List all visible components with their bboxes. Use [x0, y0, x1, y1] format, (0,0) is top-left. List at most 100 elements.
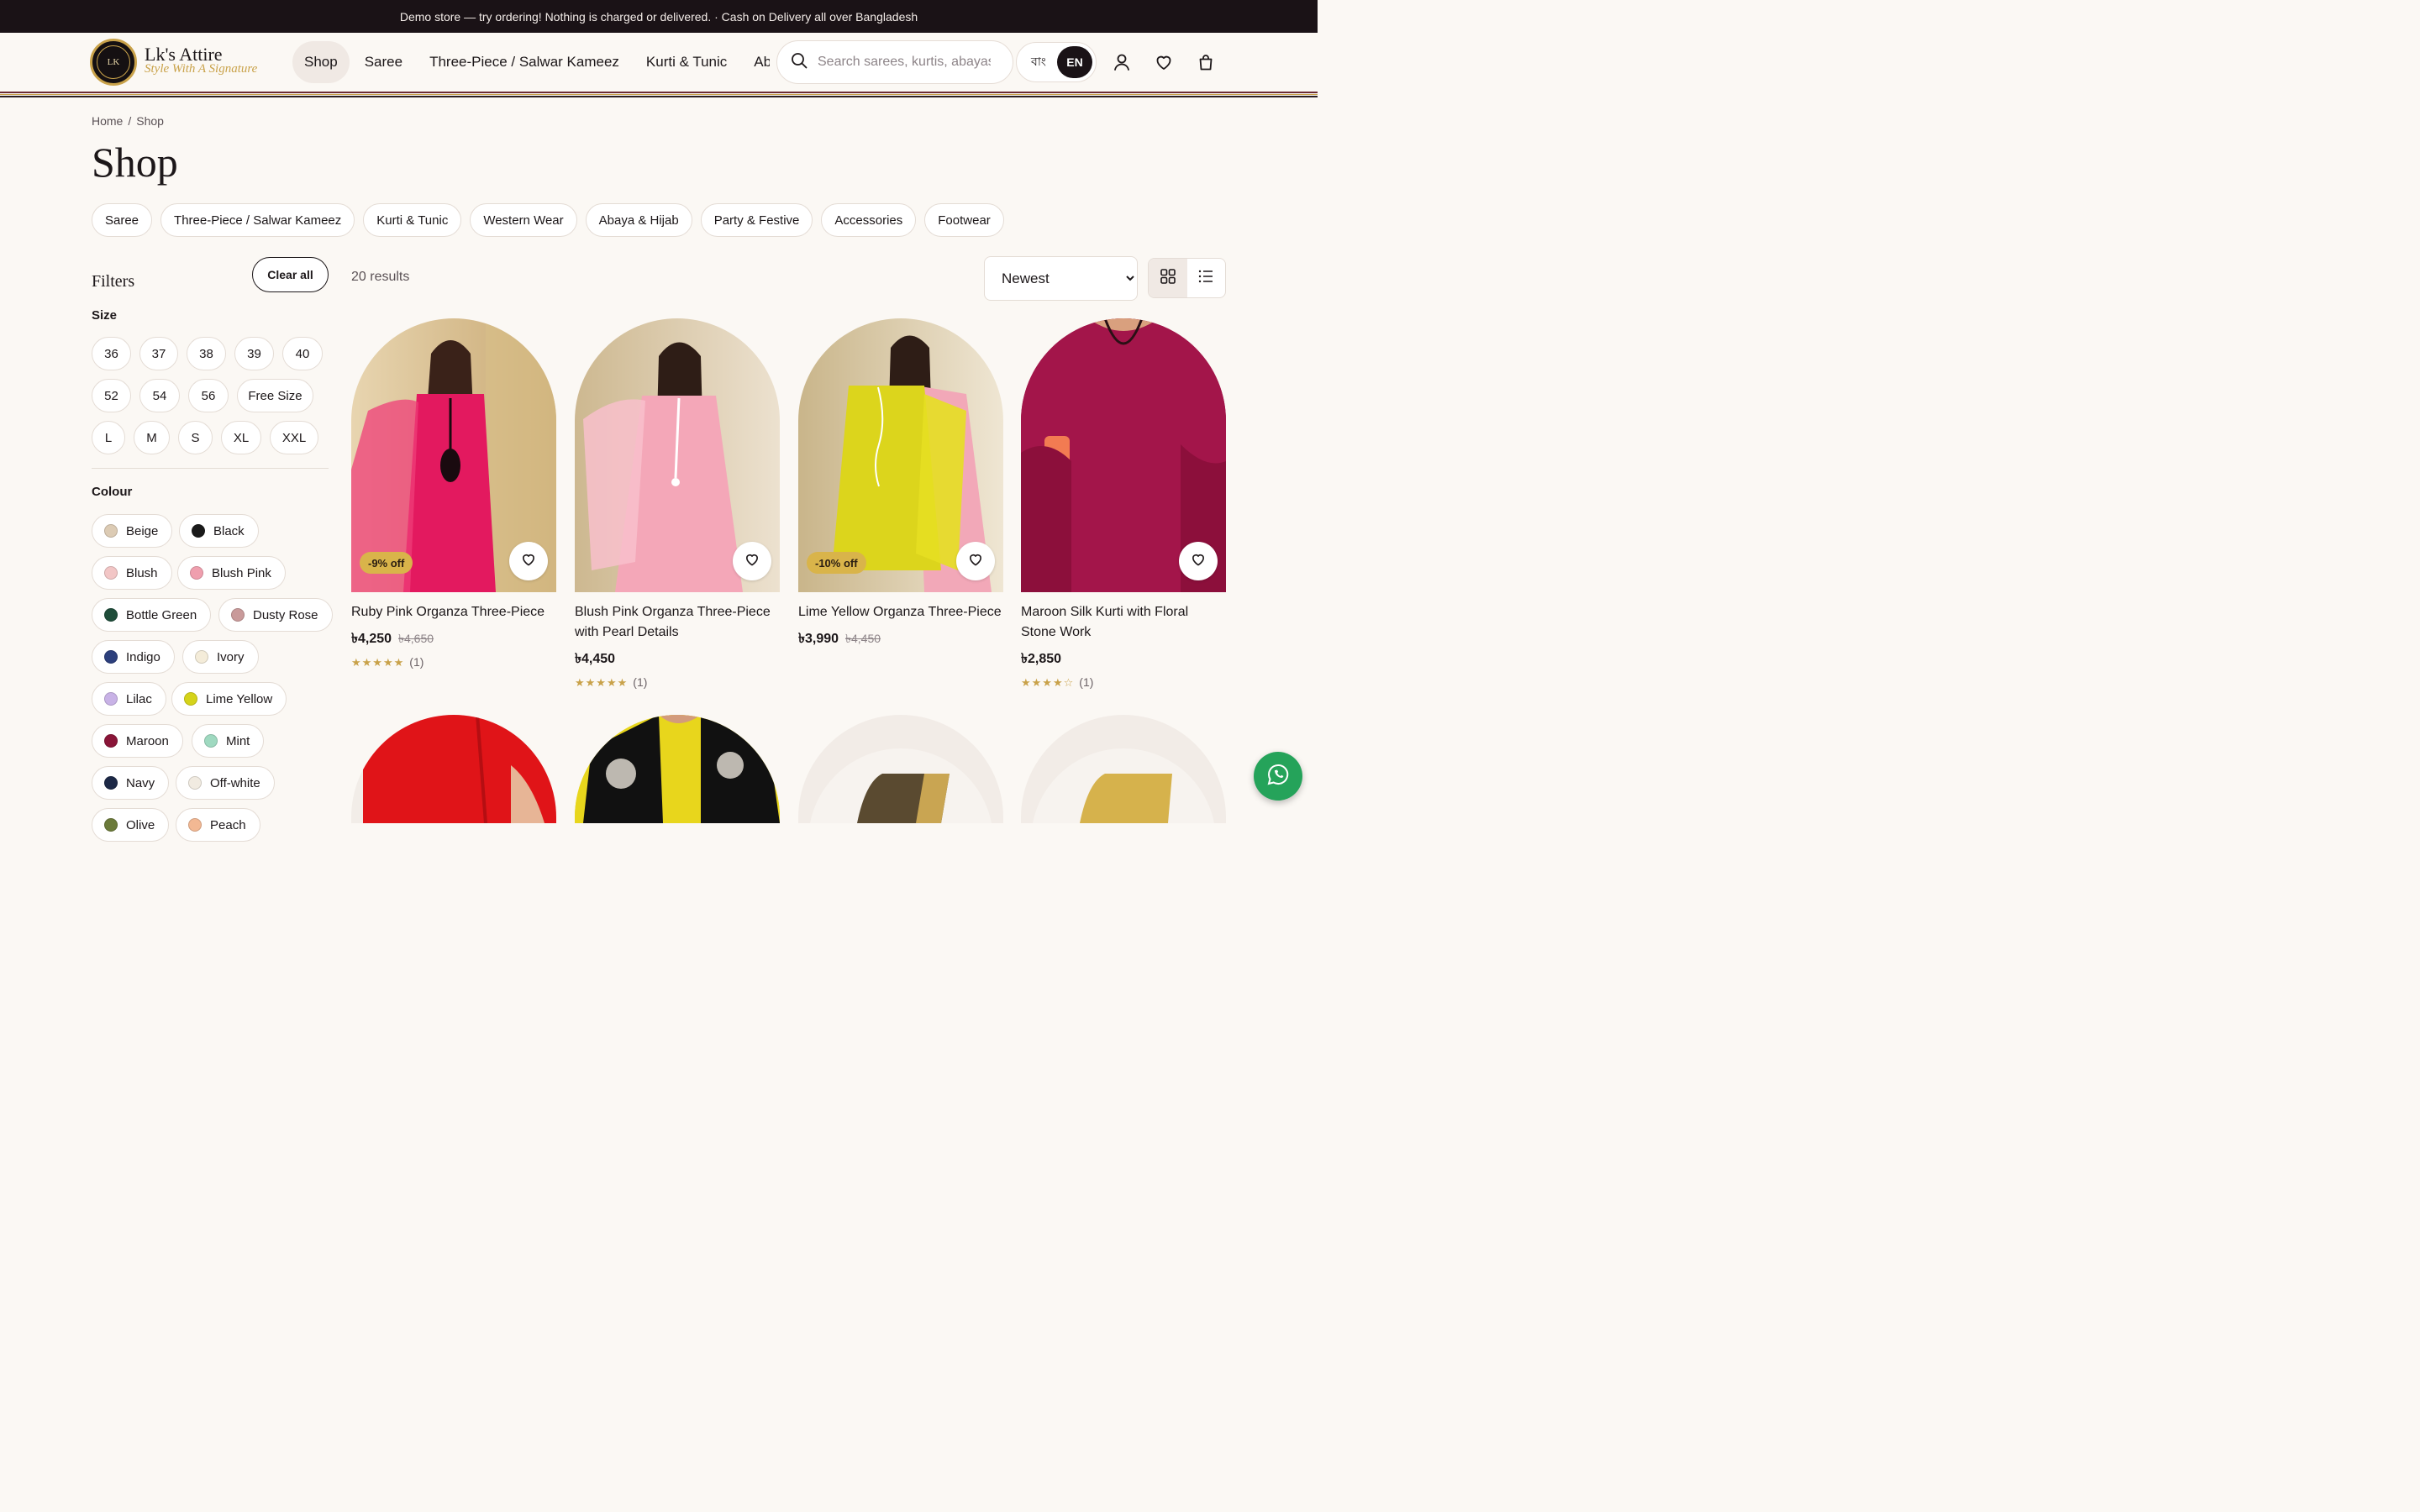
size-chip[interactable]: 37 — [139, 337, 178, 370]
search-input[interactable] — [816, 54, 992, 71]
category-pill[interactable]: Three-Piece / Salwar Kameez — [160, 203, 355, 237]
whatsapp-chat-button[interactable] — [1254, 752, 1302, 801]
nav-item-about[interactable]: Abou — [742, 41, 770, 83]
product-rating: ★★★★★ (1) — [575, 675, 780, 690]
review-count: (1) — [409, 655, 424, 669]
product-image[interactable] — [1021, 715, 1226, 823]
lang-english-button[interactable]: EN — [1057, 46, 1092, 78]
search-icon — [791, 52, 808, 73]
colour-chip[interactable]: Blush Pink — [177, 556, 286, 590]
product-image[interactable] — [798, 715, 1003, 823]
category-pill[interactable]: Kurti & Tunic — [363, 203, 462, 237]
colour-chip[interactable]: Beige — [92, 514, 173, 548]
search-box[interactable] — [776, 40, 1013, 84]
nav-item-three-piece[interactable]: Three-Piece / Salwar Kameez — [418, 41, 631, 83]
product-name[interactable]: Maroon Silk Kurti with Floral Stone Work — [1021, 602, 1226, 643]
product-card[interactable]: Maroon Silk Kurti with Floral Stone Work… — [1021, 318, 1226, 690]
size-chip[interactable]: S — [178, 421, 213, 454]
grid-view-button[interactable] — [1149, 259, 1187, 297]
size-chip[interactable]: 54 — [139, 379, 180, 412]
product-name[interactable]: Blush Pink Organza Three-Piece with Pear… — [575, 602, 780, 643]
colour-chip[interactable]: Olive — [92, 808, 170, 842]
wishlist-button[interactable] — [733, 542, 771, 580]
size-chip[interactable]: L — [92, 421, 125, 454]
product-image[interactable] — [575, 318, 780, 592]
size-chip[interactable]: 40 — [282, 337, 323, 370]
clear-all-button[interactable]: Clear all — [252, 257, 329, 292]
product-name[interactable]: Ruby Pink Organza Three-Piece — [351, 602, 556, 622]
nav-item-saree[interactable]: Saree — [353, 41, 414, 83]
announcement-text: Demo store — try ordering! Nothing is ch… — [399, 9, 918, 24]
breadcrumb-home[interactable]: Home — [92, 114, 123, 128]
colour-label: Blush — [126, 565, 158, 580]
colour-filter-title: Colour — [92, 485, 133, 499]
category-pill[interactable]: Footwear — [924, 203, 1004, 237]
product-rating: ★★★★☆ (1) — [1021, 675, 1226, 690]
colour-label: Ivory — [217, 649, 245, 664]
category-pill[interactable]: Party & Festive — [700, 203, 813, 237]
colour-label: Dusty Rose — [253, 607, 318, 622]
review-count: (1) — [633, 675, 648, 689]
colour-label: Off-white — [210, 775, 260, 790]
discount-badge: -10% off — [807, 552, 866, 574]
colour-chip[interactable]: Peach — [176, 808, 260, 842]
colour-chip[interactable]: Navy — [92, 766, 170, 800]
wishlist-button[interactable] — [956, 542, 995, 580]
size-chip[interactable]: 36 — [92, 337, 131, 370]
product-price-row: ৳3,990 ৳4,450 — [798, 627, 1003, 650]
product-image[interactable] — [1021, 318, 1226, 592]
colour-chip[interactable]: Bottle Green — [92, 598, 212, 632]
product-card[interactable]: -9% off Ruby Pink Organza Three-Piece ৳4… — [351, 318, 556, 669]
size-chip[interactable]: 56 — [188, 379, 229, 412]
wishlist-button[interactable] — [509, 542, 548, 580]
product-price: ৳4,250 — [351, 632, 392, 646]
size-chip[interactable]: XL — [221, 421, 261, 454]
colour-chip[interactable]: Mint — [192, 724, 265, 758]
grid-icon — [1160, 268, 1176, 288]
product-image[interactable]: -10% off — [798, 318, 1003, 592]
colour-chip[interactable]: Maroon — [92, 724, 183, 758]
nav-item-kurti[interactable]: Kurti & Tunic — [634, 41, 739, 83]
category-pill[interactable]: Western Wear — [470, 203, 577, 237]
nav-item-shop[interactable]: Shop — [292, 41, 350, 83]
colour-chip[interactable]: Indigo — [92, 640, 175, 674]
sort-select[interactable]: Newest — [984, 256, 1138, 301]
size-chip[interactable]: 38 — [187, 337, 226, 370]
category-pill[interactable]: Abaya & Hijab — [585, 203, 692, 237]
colour-chip[interactable]: Ivory — [182, 640, 259, 674]
product-image[interactable] — [351, 715, 556, 823]
size-chip[interactable]: 39 — [234, 337, 274, 370]
review-count: (1) — [1079, 675, 1094, 689]
cart-bag-icon[interactable] — [1194, 50, 1218, 74]
lang-bangla-button[interactable]: বাং — [1020, 52, 1057, 72]
brand-tagline: Style With A Signature — [145, 62, 258, 76]
size-chip[interactable]: Free Size — [237, 379, 313, 412]
wishlist-button[interactable] — [1179, 542, 1218, 580]
product-rating: ★★★★★ (1) — [351, 655, 556, 669]
product-card[interactable]: Blush Pink Organza Three-Piece with Pear… — [575, 318, 780, 690]
colour-chip[interactable]: Dusty Rose — [218, 598, 333, 632]
colour-chip[interactable]: Black — [179, 514, 259, 548]
product-image[interactable] — [575, 715, 780, 823]
colour-chip[interactable]: Lilac — [92, 682, 166, 716]
size-chip[interactable]: M — [134, 421, 170, 454]
size-chip[interactable]: XXL — [270, 421, 318, 454]
colour-swatch — [184, 692, 197, 706]
product-name[interactable]: Lime Yellow Organza Three-Piece — [798, 602, 1003, 622]
list-view-button[interactable] — [1187, 259, 1226, 297]
colour-label: Beige — [126, 523, 159, 538]
colour-chip[interactable]: Lime Yellow — [171, 682, 287, 716]
colour-chip[interactable]: Blush — [92, 556, 172, 590]
language-switcher: বাং EN — [1016, 42, 1097, 82]
colour-chip[interactable]: Off-white — [176, 766, 275, 800]
account-icon[interactable] — [1110, 50, 1134, 74]
heart-icon — [744, 552, 760, 571]
wishlist-icon[interactable] — [1152, 50, 1176, 74]
category-pill[interactable]: Accessories — [821, 203, 917, 237]
category-pill[interactable]: Saree — [92, 203, 153, 237]
product-image[interactable]: -9% off — [351, 318, 556, 592]
size-chip[interactable]: 52 — [92, 379, 131, 412]
product-card[interactable]: -10% off Lime Yellow Organza Three-Piece… — [798, 318, 1003, 650]
brand-logo[interactable]: LK — [90, 39, 137, 86]
list-icon — [1198, 269, 1213, 288]
